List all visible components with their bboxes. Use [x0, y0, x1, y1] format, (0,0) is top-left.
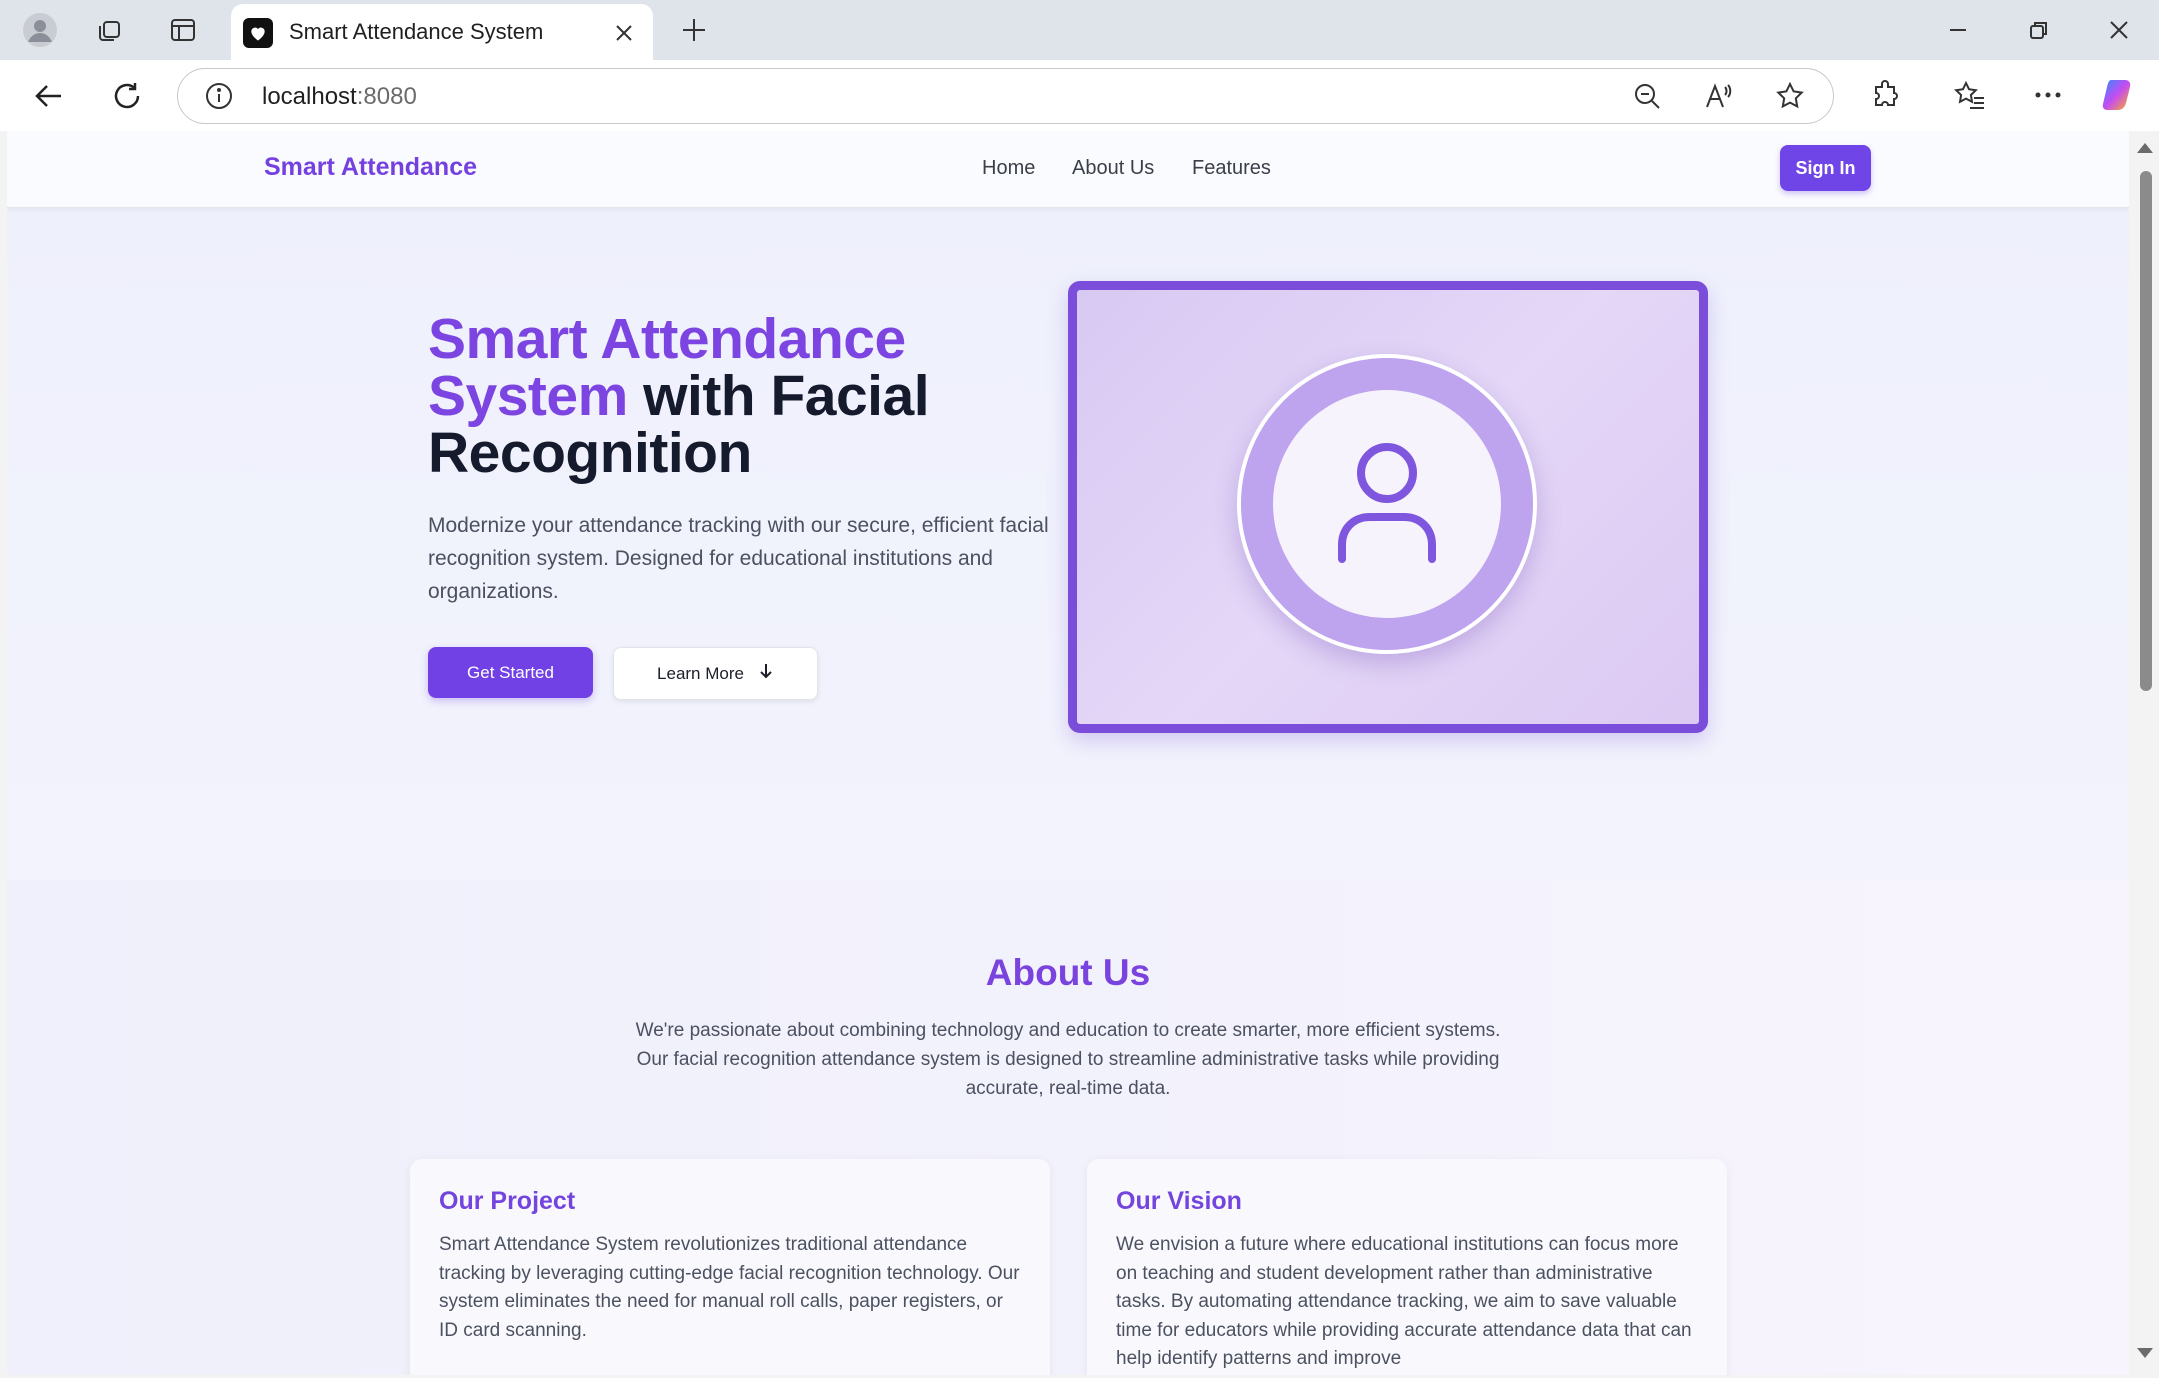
tab-actions-icon[interactable]	[165, 12, 201, 48]
nav-link-home[interactable]: Home	[982, 157, 1035, 180]
site-navbar: Smart Attendance Home About Us Features …	[7, 131, 2129, 208]
favorite-star-icon[interactable]	[1773, 79, 1807, 113]
project-card-title: Our Project	[439, 1187, 576, 1215]
browser-tab-bar: Smart Attendance System	[0, 0, 2159, 60]
hero-description: Modernize your attendance tracking with …	[428, 514, 1049, 603]
scrollbar-thumb[interactable]	[2140, 171, 2152, 691]
site-info-icon[interactable]	[204, 81, 234, 111]
project-card-text: Smart Attendance System revolutionizes t…	[439, 1234, 1020, 1341]
scroll-down-arrow-icon[interactable]	[2137, 1348, 2153, 1358]
page-scrollbar[interactable]	[2129, 131, 2159, 1378]
avatar-ring	[1237, 354, 1537, 654]
read-aloud-icon[interactable]	[1702, 79, 1736, 113]
copilot-icon[interactable]	[2099, 74, 2141, 116]
nav-link-about[interactable]: About Us	[1072, 157, 1154, 180]
scroll-up-arrow-icon[interactable]	[2137, 143, 2153, 153]
close-tab-icon[interactable]	[609, 18, 639, 48]
project-card: Our Project Smart Attendance System revo…	[410, 1159, 1050, 1375]
workspaces-icon[interactable]	[91, 12, 127, 48]
url-text: localhost:8080	[262, 83, 417, 110]
heart-favicon-icon	[243, 18, 273, 48]
tab-title: Smart Attendance System	[289, 19, 544, 44]
about-description: We're passionate about combining technol…	[635, 1020, 1501, 1099]
vision-card-title: Our Vision	[1116, 1187, 1242, 1215]
hero-title: Smart Attendance System with Facial Reco…	[428, 311, 1068, 482]
avatar-circle	[1273, 390, 1501, 618]
refresh-icon[interactable]	[108, 77, 146, 115]
close-window-icon[interactable]	[2101, 12, 2137, 48]
nav-link-features[interactable]: Features	[1192, 157, 1271, 180]
tab-smart-attendance[interactable]: Smart Attendance System	[231, 4, 653, 60]
learn-more-label: Learn More	[657, 663, 744, 683]
restore-icon[interactable]	[2021, 12, 2057, 48]
new-tab-icon[interactable]	[676, 12, 712, 48]
hero-illustration-card	[1068, 281, 1708, 733]
zoom-out-icon[interactable]	[1630, 79, 1664, 113]
arrow-down-icon	[758, 662, 774, 685]
browser-toolbar: localhost:8080	[0, 60, 2159, 131]
minimize-icon[interactable]	[1940, 12, 1976, 48]
about-title: About Us	[985, 952, 1151, 993]
address-bar[interactable]: localhost:8080	[177, 68, 1834, 124]
page-viewport: Smart Attendance Home About Us Features …	[7, 131, 2129, 1375]
more-options-icon[interactable]	[2029, 76, 2067, 114]
vision-card-text: We envision a future where educational i…	[1116, 1234, 1692, 1369]
learn-more-button[interactable]: Learn More	[613, 647, 818, 700]
extensions-icon[interactable]	[1866, 76, 1904, 114]
get-started-button[interactable]: Get Started	[428, 647, 593, 698]
brand-logo[interactable]: Smart Attendance	[264, 153, 477, 182]
back-icon[interactable]	[30, 77, 68, 115]
favorites-icon[interactable]	[1951, 76, 1989, 114]
sign-in-button[interactable]: Sign In	[1780, 145, 1871, 191]
vision-card: Our Vision We envision a future where ed…	[1087, 1159, 1727, 1375]
profile-icon[interactable]	[20, 10, 60, 50]
user-icon	[1338, 443, 1436, 563]
